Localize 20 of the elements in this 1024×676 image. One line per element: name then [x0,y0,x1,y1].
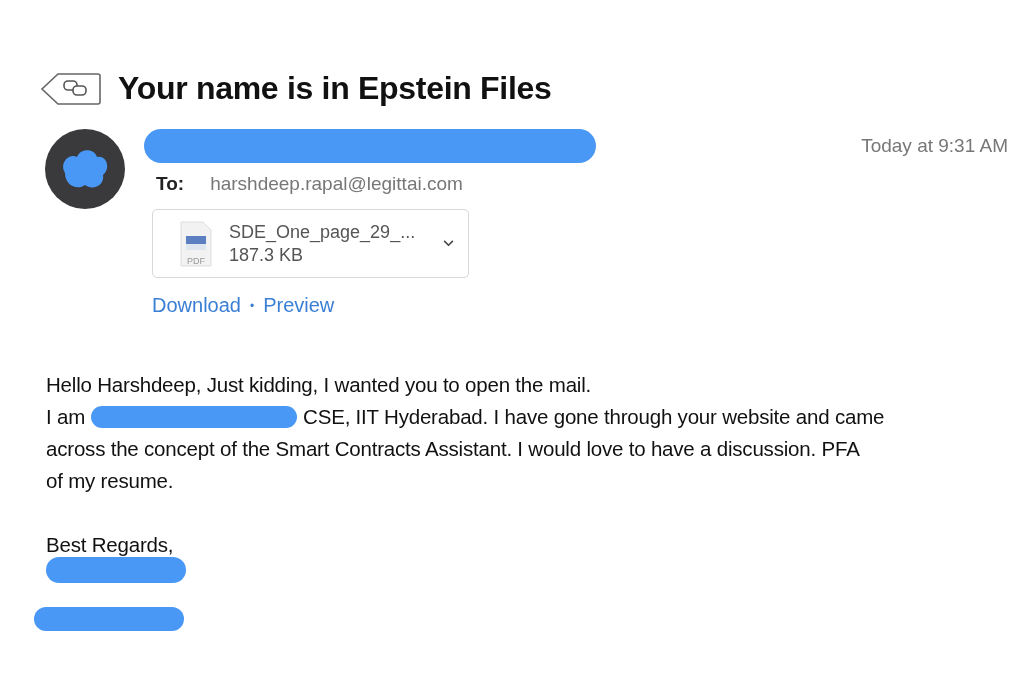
closing-text: Best Regards, [46,532,175,558]
separator-dot: • [249,298,255,313]
body-text: of my resume. [46,468,175,494]
attachment-size: 187.3 KB [229,243,305,267]
body-text: across the concept of the Smart Contracts Assistant. I would love to have a discussion. PFA [46,436,861,462]
attachment-link[interactable]: Download [152,294,241,317]
chevron-icon[interactable] [443,240,454,247]
attachment-link[interactable]: Preview [263,294,335,317]
attachment-name: SDE_One_page_29_... [229,220,417,244]
tag-icon [40,71,102,106]
body-text: Hello Harshdeep, Just kidding, I wanted you to open the mail. [46,372,593,398]
body-text: I am [46,404,86,430]
attachment-card[interactable]: PDF SDE_One_page_29_... 187.3 KB [152,209,469,278]
recipient-address[interactable]: harshdeep.rapal@legittai.com [210,173,463,195]
pdf-file-icon: PDF [179,219,213,268]
date: Today at 9:31 AM [861,135,1008,157]
subject: Your name is in Epstein Files [118,70,552,107]
avatar-icon [45,129,125,209]
body-text: CSE, IIT Hyderabad. I have gone through your website and came [303,404,885,430]
to-label: To: [156,173,185,195]
